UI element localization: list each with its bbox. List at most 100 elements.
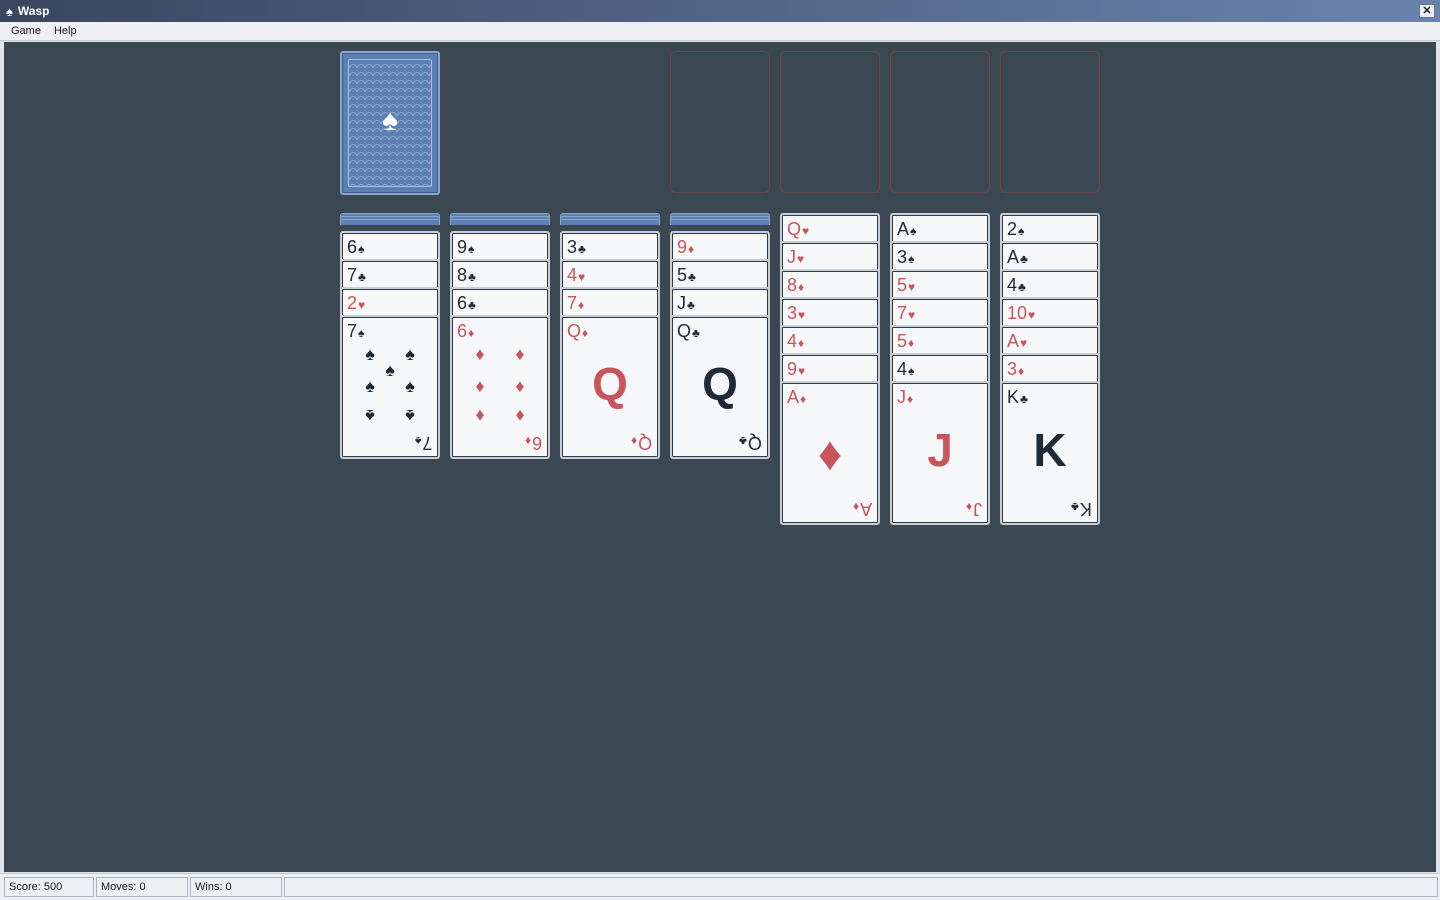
card-corner-label: 9♠ [457,237,475,257]
score-status: Score: 500 [4,877,94,897]
diamond-icon: ♦ [798,336,805,350]
status-bar: Score: 500 Moves: 0 Wins: 0 [0,873,1440,900]
card-corner-label: A♦ [787,387,807,407]
heart-icon: ♥ [578,270,586,284]
card-6-of-diamonds[interactable]: 6♦ 6♦ ♦ ♦ ♦ ♦ ♦ ♦ [450,315,550,459]
card-corner-label: A♠ [897,219,917,239]
card-corner-label-inverted: J♦ [965,499,982,519]
diamond-icon: ♦ [578,298,585,312]
card-corner-label-inverted: Q♣ [739,433,762,453]
card-corner-label: K♣ [1007,387,1028,407]
spade-icon: ♠ [910,224,917,238]
face-down-card [670,219,770,225]
diamond-icon: ♦ [798,280,805,294]
spade-icon: ♠ [468,242,475,256]
card-corner-label: 6♦ [457,321,475,341]
card-corner-label-inverted: A♦ [852,499,872,519]
spade-icon: ♠ [6,3,13,19]
card-corner-label: Q♣ [677,321,700,341]
card-7-of-spades[interactable]: 7♠ 7♠ ♠ ♠ ♠ ♠ ♠ ♠ ♠ [340,315,440,459]
diamond-icon: ♦ [515,344,525,364]
spade-icon: ♠ [358,242,365,256]
heart-icon: ♥ [1028,308,1036,322]
face-card-letter: J [927,424,953,476]
card-corner-label-inverted: K♣ [1071,499,1092,519]
card-corner-label: 4♠ [897,359,915,379]
spade-icon: ♠ [405,344,415,364]
card-corner-label-inverted: 7♠ [414,433,432,453]
card-corner-label: 3♥ [787,303,806,323]
diamond-icon: ♦ [475,344,485,364]
diamond-icon: ♦ [1018,364,1025,378]
card-corner-label: 7♦ [567,293,585,313]
card-j-of-diamonds[interactable]: J♦ J♦ J [890,381,990,525]
club-icon: ♣ [687,298,695,312]
card-corner-label: 4♣ [1007,275,1026,295]
card-corner-label: 3♣ [567,237,586,257]
heart-icon: ♥ [908,308,916,322]
card-corner-label-inverted: Q♦ [630,433,652,453]
face-card-letter: K [1033,424,1067,476]
card-k-of-clubs[interactable]: K♣ K♣ K [1000,381,1100,525]
diamond-icon: ♦ [582,326,589,340]
club-icon: ♣ [1020,252,1028,266]
card-corner-label: 2♠ [1007,219,1025,239]
card-corner-label: 2♥ [347,293,366,313]
foundation-slot-2[interactable] [780,51,880,193]
diamond-icon: ♦ [475,376,485,396]
card-corner-label: A♣ [1007,247,1028,267]
foundation-slot-4[interactable] [1000,51,1100,193]
card-corner-label: 3♦ [1007,359,1025,379]
heart-icon: ♥ [1020,336,1028,350]
foundation-slot-3[interactable] [890,51,990,193]
card-corner-label: 8♦ [787,275,805,295]
diamond-icon: ♦ [688,242,695,256]
face-card-letter: Q [592,358,628,410]
card-q-of-diamonds[interactable]: Q♦ Q♦ Q [560,315,660,459]
heart-icon: ♥ [798,364,806,378]
heart-icon: ♥ [908,280,916,294]
menu-bar: Game Help [0,22,1440,41]
card-corner-label: 10♥ [1007,303,1036,323]
heart-icon: ♥ [798,308,806,322]
club-icon: ♣ [1020,392,1028,406]
card-corner-label: 4♥ [567,265,586,285]
spade-icon: ♠ [385,360,395,380]
spade-icon: ♠ [405,406,415,426]
card-q-of-clubs[interactable]: Q♣ Q♣ Q [670,315,770,459]
card-corner-label: J♥ [787,247,805,267]
card-corner-label: 5♣ [677,265,696,285]
face-down-card [340,219,440,225]
diamond-icon: ♦ [468,326,475,340]
status-message [284,877,1438,897]
spade-icon: ♠ [405,376,415,396]
card-corner-label: 9♥ [787,359,806,379]
card-corner-label: J♦ [897,387,914,407]
stock-pile[interactable]: ♠ [340,51,440,195]
face-down-card [450,219,550,225]
diamond-icon: ♦ [515,406,525,426]
card-corner-label: 5♦ [897,331,915,351]
card-corner-label: 6♠ [347,237,365,257]
diamond-icon: ♦ [800,392,807,406]
card-corner-label: 6♣ [457,293,476,313]
spade-icon: ♠ [365,344,375,364]
face-down-card [560,219,660,225]
card-corner-label: 7♠ [347,321,365,341]
card-corner-label: 3♠ [897,247,915,267]
face-card-letter: Q [702,358,738,410]
spade-icon: ♠ [358,326,365,340]
card-corner-label: 9♦ [677,237,695,257]
wins-status: Wins: 0 [190,877,282,897]
foundation-slot-1[interactable] [670,51,770,193]
heart-icon: ♥ [358,298,366,312]
diamond-icon: ♦ [908,336,915,350]
menu-help[interactable]: Help [49,25,85,37]
club-icon: ♣ [468,270,476,284]
card-corner-label: Q♥ [787,219,810,239]
card-a-of-diamonds[interactable]: A♦ A♦ ♦ [780,381,880,525]
card-corner-label: 5♥ [897,275,916,295]
close-button[interactable]: ✕ [1419,4,1435,18]
card-corner-label: J♣ [677,293,695,313]
menu-game[interactable]: Game [6,25,49,37]
